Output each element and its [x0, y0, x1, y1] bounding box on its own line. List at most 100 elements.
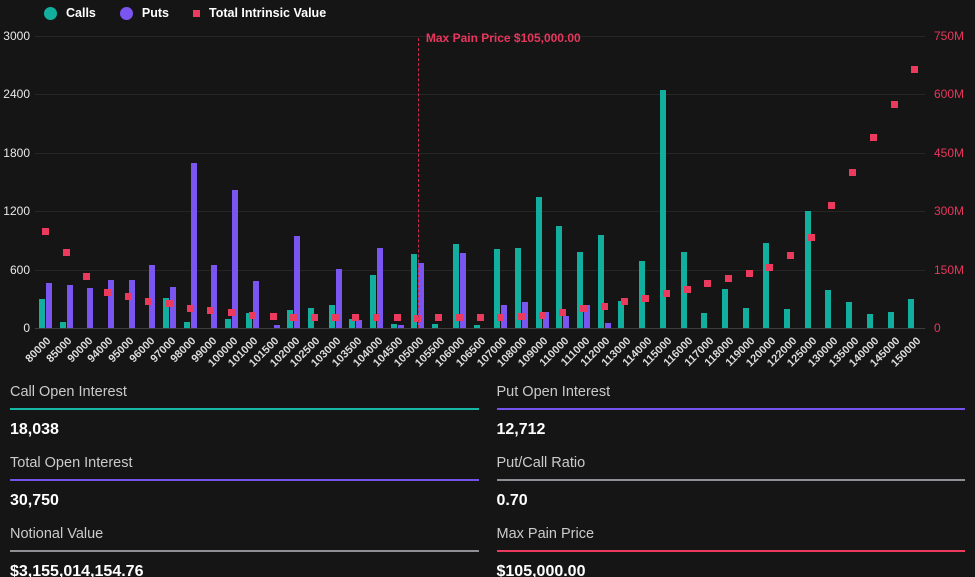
- calls-bar-104500[interactable]: [391, 324, 397, 328]
- intrinsic-value-dot-118000[interactable]: [725, 275, 732, 282]
- intrinsic-value-dot-106000[interactable]: [456, 314, 463, 321]
- calls-bar-120000[interactable]: [763, 243, 769, 328]
- left-axis-tick: 2400: [0, 87, 30, 101]
- intrinsic-value-dot-101500[interactable]: [270, 313, 277, 320]
- legend-item-calls[interactable]: Calls: [44, 6, 96, 20]
- stat-label: Notional Value: [10, 526, 479, 543]
- intrinsic-value-dot-90000[interactable]: [83, 273, 90, 280]
- calls-bar-111000[interactable]: [577, 252, 583, 328]
- puts-bar-104500[interactable]: [398, 325, 404, 328]
- intrinsic-value-dot-140000[interactable]: [870, 134, 877, 141]
- intrinsic-value-dot-94000[interactable]: [104, 289, 111, 296]
- intrinsic-value-dot-107000[interactable]: [497, 314, 504, 321]
- right-axis-tick: 750M: [934, 29, 974, 43]
- intrinsic-value-dot-100000[interactable]: [228, 309, 235, 316]
- intrinsic-value-dot-150000[interactable]: [911, 66, 918, 73]
- legend-item-puts[interactable]: Puts: [120, 6, 169, 20]
- puts-bar-103500[interactable]: [356, 320, 362, 328]
- intrinsic-value-dot-104000[interactable]: [373, 314, 380, 321]
- calls-bar-122000[interactable]: [784, 309, 790, 329]
- calls-bar-119000[interactable]: [743, 308, 749, 328]
- stat-label: Total Open Interest: [10, 455, 479, 472]
- intrinsic-value-dot-104500[interactable]: [394, 314, 401, 321]
- intrinsic-value-dot-145000[interactable]: [891, 101, 898, 108]
- puts-bar-100000[interactable]: [232, 190, 238, 328]
- intrinsic-value-dot-80000[interactable]: [42, 228, 49, 235]
- stat-accent-line: [10, 550, 479, 552]
- intrinsic-value-dot-98000[interactable]: [187, 305, 194, 312]
- calls-bar-140000[interactable]: [867, 314, 873, 328]
- intrinsic-value-dot-120000[interactable]: [766, 264, 773, 271]
- calls-bar-145000[interactable]: [888, 312, 894, 328]
- legend-item-intrinsic[interactable]: Total Intrinsic Value: [193, 6, 326, 20]
- calls-bar-106500[interactable]: [474, 325, 480, 328]
- intrinsic-value-dot-125000[interactable]: [808, 234, 815, 241]
- open-interest-chart: Calls Puts Total Intrinsic Value 0060015…: [0, 0, 975, 382]
- stat-label: Put/Call Ratio: [497, 455, 966, 472]
- puts-bar-96000[interactable]: [149, 265, 155, 328]
- stat-put-open-interest: Put Open Interest 12,712: [497, 382, 966, 439]
- left-axis-tick: 600: [0, 263, 30, 277]
- intrinsic-value-dot-109000[interactable]: [539, 312, 546, 319]
- calls-bar-100000[interactable]: [225, 319, 231, 328]
- puts-bar-90000[interactable]: [87, 288, 93, 328]
- puts-bar-94000[interactable]: [108, 280, 114, 328]
- intrinsic-value-dot-103500[interactable]: [352, 314, 359, 321]
- calls-bar-118000[interactable]: [722, 289, 728, 328]
- intrinsic-value-dot-117000[interactable]: [704, 280, 711, 287]
- stat-value: $3,155,014,154.76: [10, 563, 479, 577]
- puts-bar-95000[interactable]: [129, 280, 135, 328]
- calls-bar-112000[interactable]: [598, 235, 604, 328]
- puts-bar-110000[interactable]: [563, 316, 569, 328]
- calls-bar-135000[interactable]: [846, 302, 852, 328]
- calls-bar-105500[interactable]: [432, 324, 438, 328]
- gridline: [35, 211, 925, 212]
- intrinsic-value-dot-130000[interactable]: [828, 202, 835, 209]
- intrinsic-value-dot-112000[interactable]: [601, 303, 608, 310]
- puts-bar-112000[interactable]: [605, 323, 611, 328]
- intrinsic-value-dot-106500[interactable]: [477, 314, 484, 321]
- puts-bar-99000[interactable]: [211, 265, 217, 328]
- puts-bar-80000[interactable]: [46, 283, 52, 328]
- intrinsic-value-dot-103000[interactable]: [332, 314, 339, 321]
- calls-bar-130000[interactable]: [825, 290, 831, 328]
- intrinsic-value-dot-122000[interactable]: [787, 252, 794, 259]
- calls-bar-85000[interactable]: [60, 322, 66, 328]
- intrinsic-value-dot-116000[interactable]: [684, 286, 691, 293]
- puts-series-icon: [120, 7, 133, 20]
- max-pain-line: [418, 38, 419, 328]
- intrinsic-value-dot-99000[interactable]: [207, 307, 214, 314]
- calls-bar-117000[interactable]: [701, 313, 707, 328]
- puts-bar-97000[interactable]: [170, 287, 176, 328]
- intrinsic-value-dot-113000[interactable]: [621, 298, 628, 305]
- options-open-interest-dashboard: Calls Puts Total Intrinsic Value 0060015…: [0, 0, 975, 577]
- puts-bar-101500[interactable]: [274, 325, 280, 328]
- intrinsic-value-dot-96000[interactable]: [145, 298, 152, 305]
- intrinsic-value-dot-135000[interactable]: [849, 169, 856, 176]
- intrinsic-value-dot-114000[interactable]: [642, 295, 649, 302]
- stats-panel: Call Open Interest 18,038 Put Open Inter…: [0, 382, 975, 577]
- intrinsic-value-dot-85000[interactable]: [63, 249, 70, 256]
- intrinsic-value-dot-101000[interactable]: [249, 312, 256, 319]
- stat-value: 0.70: [497, 492, 966, 510]
- intrinsic-value-dot-110000[interactable]: [559, 309, 566, 316]
- calls-bar-125000[interactable]: [805, 211, 811, 328]
- calls-bar-150000[interactable]: [908, 299, 914, 328]
- puts-bar-98000[interactable]: [191, 163, 197, 329]
- intrinsic-value-dot-102500[interactable]: [311, 314, 318, 321]
- intrinsic-value-dot-97000[interactable]: [166, 300, 173, 307]
- calls-bar-80000[interactable]: [39, 299, 45, 328]
- calls-bar-109000[interactable]: [536, 197, 542, 328]
- puts-bar-101000[interactable]: [253, 281, 259, 328]
- intrinsic-value-dot-108000[interactable]: [518, 313, 525, 320]
- intrinsic-value-dot-111000[interactable]: [580, 305, 587, 312]
- intrinsic-value-dot-95000[interactable]: [125, 293, 132, 300]
- max-pain-annotation-label: Max Pain Price $105,000.00: [426, 31, 581, 45]
- intrinsic-value-dot-115000[interactable]: [663, 290, 670, 297]
- calls-bar-98000[interactable]: [184, 322, 190, 328]
- intrinsic-value-dot-119000[interactable]: [746, 270, 753, 277]
- intrinsic-value-dot-102000[interactable]: [290, 314, 297, 321]
- intrinsic-value-dot-105500[interactable]: [435, 314, 442, 321]
- puts-bar-85000[interactable]: [67, 285, 73, 328]
- right-axis-tick: 600M: [934, 87, 974, 101]
